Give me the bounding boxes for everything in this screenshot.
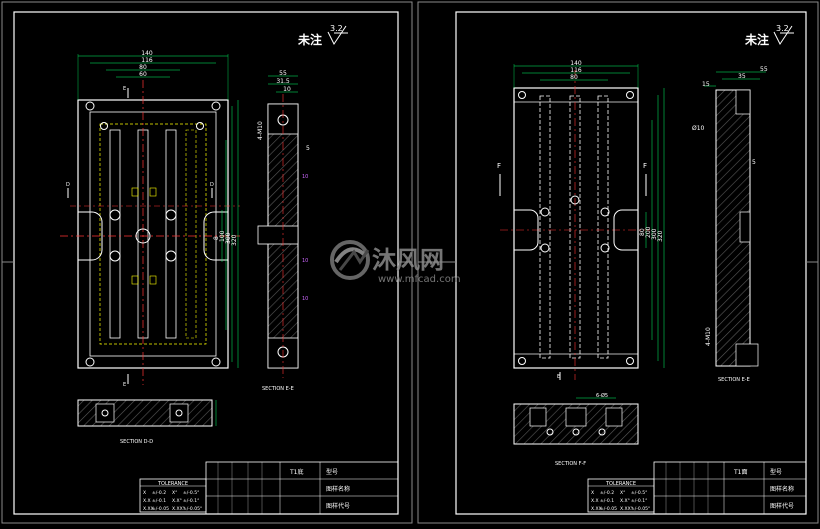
left-side-label-3: 10	[302, 296, 308, 302]
left-section-dd-label: SECTION D-D	[120, 439, 153, 445]
left-title-label-a: 型号	[326, 468, 338, 476]
left-bottom-section-view: SECTION D-D	[77, 399, 217, 445]
left-side-dim-1: 31.5	[276, 78, 290, 85]
left-side-label-0: 4-M10	[257, 121, 264, 140]
right-plan-view: F F E	[497, 70, 650, 380]
right-title-label-b: 图样名称	[770, 485, 794, 493]
left-tol-r2c1: ±/-0.05	[152, 506, 169, 512]
left-side-label-1: 5	[306, 145, 310, 152]
left-tol-r0c1: ±/-0.2	[152, 490, 166, 496]
left-dim-top-3: 60	[139, 71, 147, 78]
right-tol-r1c2: X.X°	[620, 498, 630, 504]
right-side-dim-1: 35	[738, 73, 746, 80]
right-drawing-sheet: 未注 3.2 F F E 140 116 80 80 200 300 320 5…	[417, 1, 819, 524]
right-tol-r1c0: X.X	[591, 498, 599, 504]
right-dim-top-2: 80	[570, 74, 578, 81]
right-title-label-a: 型号	[770, 468, 782, 476]
right-tol-r0c0: X	[591, 490, 594, 496]
right-section-ee-label: SECTION E-E	[718, 377, 750, 383]
left-title-label-b: 图样名称	[326, 485, 350, 493]
left-dim-side-3: 320	[231, 234, 238, 246]
right-dim-top-0: 140	[570, 60, 582, 67]
left-title-name: T1底	[289, 468, 303, 476]
right-section-ff-dim: 6-Ø5	[596, 392, 608, 399]
left-dim-top-2: 80	[139, 64, 147, 71]
left-roughness-note: 未注	[297, 32, 322, 47]
right-bottom-section-view: 6-Ø5 SECTION F-F	[513, 392, 639, 467]
left-title-block: T1底 型号 图样名称 图样代号	[205, 461, 399, 515]
right-side-dim-0: 55	[760, 66, 768, 73]
right-top-dimensions: 140 116 80	[513, 60, 639, 88]
left-tol-r1c3: ±/-0.1°	[183, 498, 199, 504]
watermark: 沐风网 www.mfcad.com	[330, 240, 461, 285]
right-side-dimensions: 80 200 300 320	[639, 88, 665, 368]
left-dim-top-1: 116	[141, 57, 153, 64]
left-side-section-view: 55 31.5 10 4-M10 5 10 10 10 SECTION E-E	[257, 70, 310, 392]
left-tol-r2c3: ±/-0.05°	[183, 506, 202, 512]
left-roughness-value: 3.2	[330, 24, 343, 33]
watermark-brand: 沐风网	[372, 246, 444, 274]
left-section-ee-label: SECTION E-E	[262, 386, 294, 392]
right-tolerance-table: TOLERANCE X ±/-0.2 X° ±/-0.5° X.X ±/-0.1…	[587, 478, 655, 513]
left-tol-r0c3: ±/-0.5°	[183, 490, 199, 496]
left-tol-r1c2: X.X°	[172, 498, 182, 504]
left-side-label-4: 10	[302, 258, 308, 264]
watermark-logo-icon	[330, 240, 370, 280]
left-top-dimensions: 140 116 80 60	[77, 50, 229, 100]
right-dim-side-3: 320	[657, 230, 664, 242]
left-tol-r1c0: X.X	[143, 498, 151, 504]
svg-text:E: E	[123, 382, 126, 388]
right-title-name: T1面	[733, 469, 747, 476]
right-tol-r0c2: X°	[620, 490, 625, 496]
right-tol-r2c1: ±/-0.05	[600, 506, 617, 512]
left-dim-top-0: 140	[141, 50, 153, 57]
svg-text:F: F	[643, 162, 647, 170]
left-tolerance-table: TOLERANCE X ±/-0.2 X° ±/-0.5° X.X ±/-0.1…	[139, 478, 207, 513]
right-title-block: T1面 型号 图样名称 图样代号	[653, 461, 807, 515]
left-tol-r1c1: ±/-0.1	[152, 498, 166, 504]
watermark-url: www.mfcad.com	[378, 274, 461, 285]
right-roughness-note: 未注	[744, 32, 769, 47]
left-side-dim-0: 55	[279, 70, 287, 77]
left-side-dim-2: 10	[283, 86, 291, 93]
right-tol-r0c1: ±/-0.2	[600, 490, 614, 496]
right-tolerance-header: TOLERANCE	[605, 481, 636, 487]
right-tol-r1c3: ±/-0.1°	[631, 498, 647, 504]
svg-text:F: F	[497, 162, 501, 170]
right-tol-r0c3: ±/-0.5°	[631, 490, 647, 496]
svg-text:E: E	[557, 374, 560, 380]
svg-text:E: E	[123, 86, 126, 92]
left-tolerance-header: TOLERANCE	[157, 481, 188, 487]
right-tol-r1c1: ±/-0.1	[600, 498, 614, 504]
left-plan-view: D D E E	[60, 80, 240, 388]
left-side-label-2: 10	[302, 174, 308, 180]
left-tol-r0c2: X°	[172, 490, 177, 496]
left-tol-r0c0: X	[143, 490, 146, 496]
left-drawing-sheet: 未注 3.2 D D E E 140 116 80 60 8 100 300 3…	[1, 1, 413, 524]
right-side-label-2: 4-M10	[705, 327, 712, 346]
svg-text:D: D	[210, 182, 214, 188]
right-side-section-view: 55 35 15 Ø10 5 4-M10 SECTION E-E	[692, 66, 768, 383]
right-side-dim-2: 15	[702, 81, 710, 88]
right-dim-top-1: 116	[570, 67, 582, 74]
left-title-label-c: 图样代号	[326, 502, 350, 510]
svg-text:D: D	[66, 182, 70, 188]
cad-drawing-canvas: 未注 3.2 D D E E 140 116 80 60 8 100 300 3…	[1, 1, 819, 524]
right-side-label-1: 5	[752, 159, 756, 166]
right-tol-r2c3: ±/-0.05°	[631, 506, 650, 512]
right-title-label-c: 图样代号	[770, 502, 794, 510]
right-roughness-value: 3.2	[776, 24, 789, 33]
right-side-label-0: Ø10	[692, 125, 705, 132]
left-side-dimensions: 8 100 300 320	[213, 100, 239, 368]
right-section-ff-label: SECTION F-F	[555, 461, 586, 467]
